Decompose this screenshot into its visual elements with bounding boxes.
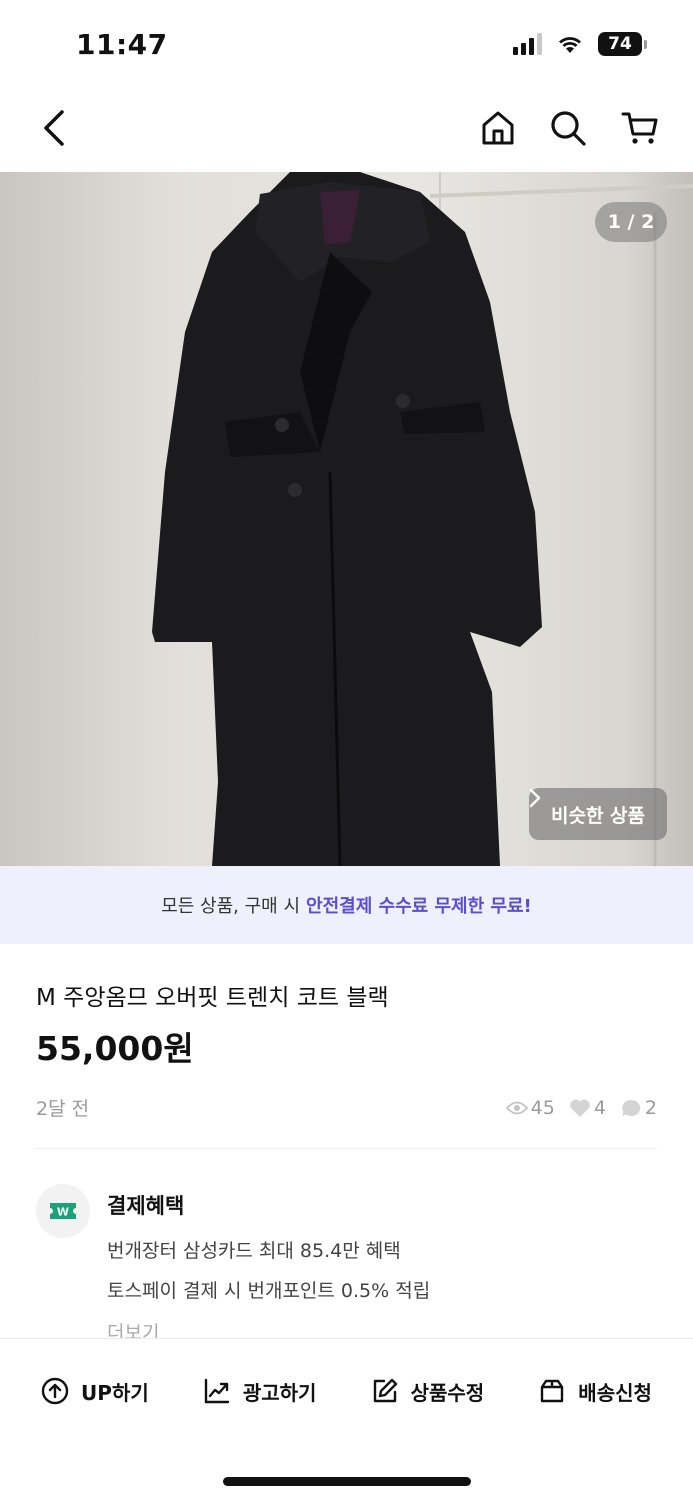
chevron-left-icon <box>44 110 64 146</box>
trending-chart-icon <box>204 1378 230 1404</box>
signal-icon <box>513 33 542 55</box>
comments-stat: 2 <box>620 1097 657 1119</box>
image-counter: 1 / 2 <box>595 202 667 242</box>
chat-bubble-icon <box>621 1099 641 1116</box>
won-ticket-icon: W <box>50 1203 76 1219</box>
arrow-up-circle-icon <box>41 1377 69 1405</box>
shipping-request-label: 배송신청 <box>578 1380 652 1405</box>
shipping-request-button[interactable]: 배송신청 <box>538 1377 652 1406</box>
eye-icon <box>505 1101 528 1114</box>
svg-text:W: W <box>57 1206 69 1219</box>
edit-icon <box>373 1378 397 1403</box>
product-photo <box>152 172 693 866</box>
benefit-line-toss: 토스페이 결제 시 번개포인트 0.5% 적립 <box>107 1280 431 1302</box>
cart-button[interactable] <box>618 106 662 150</box>
product-meta: 2달 전 45 4 2 <box>36 1094 657 1121</box>
advertise-label: 광고하기 <box>242 1380 317 1405</box>
home-indicator <box>223 1477 471 1486</box>
payment-benefit-icon: W <box>36 1184 90 1238</box>
product-price: 55,000원 <box>36 1029 194 1068</box>
benefit-line-samsung: 번개장터 삼성카드 최대 85.4만 혜택 <box>107 1240 401 1262</box>
battery-level: 74 <box>598 32 642 56</box>
safe-payment-banner[interactable]: 모든 상품, 구매 시 안전결제 수수료 무제한 무료! <box>0 866 693 944</box>
top-nav <box>0 88 693 172</box>
posted-time: 2달 전 <box>36 1098 90 1120</box>
chevron-right-icon <box>529 788 541 808</box>
product-image-gallery[interactable]: 1 / 2 비슷한 상품 <box>0 172 693 866</box>
views-count: 45 <box>530 1096 555 1119</box>
box-icon <box>541 1379 564 1403</box>
product-title: M 주앙옴므 오버핏 트렌치 코트 블랙 <box>36 985 389 1011</box>
similar-products-button[interactable]: 비슷한 상품 <box>528 788 667 840</box>
edit-product-label: 상품수정 <box>410 1380 485 1405</box>
likes-count: 4 <box>593 1096 606 1119</box>
status-indicators: 74 <box>513 32 647 56</box>
up-label: UP하기 <box>81 1380 149 1405</box>
home-icon <box>482 111 514 145</box>
cart-icon <box>621 112 658 144</box>
bottom-action-bar: UP하기 광고하기 상품수정 배송신청 <box>0 1338 693 1500</box>
promo-highlight: 안전결제 수수료 무제한 무료! <box>306 896 532 917</box>
up-button[interactable]: UP하기 <box>41 1377 149 1406</box>
battery-icon: 74 <box>598 32 647 56</box>
product-stats: 45 4 2 <box>505 1096 657 1119</box>
back-button[interactable] <box>32 106 76 150</box>
home-button[interactable] <box>476 106 520 150</box>
likes-stat: 4 <box>569 1097 606 1119</box>
heart-icon <box>570 1098 590 1117</box>
divider <box>36 1148 657 1149</box>
payment-benefit-title: 결제혜택 <box>107 1194 185 1218</box>
promo-prefix: 모든 상품, 구매 시 <box>161 896 301 917</box>
advertise-button[interactable]: 광고하기 <box>203 1377 317 1406</box>
status-bar: 11:47 74 <box>0 0 693 88</box>
search-icon <box>551 111 586 146</box>
status-time: 11:47 <box>76 28 168 61</box>
views-stat: 45 <box>505 1096 555 1119</box>
search-button[interactable] <box>546 106 590 150</box>
comments-count: 2 <box>644 1096 657 1119</box>
wifi-icon <box>559 37 581 53</box>
edit-product-button[interactable]: 상품수정 <box>371 1377 485 1406</box>
similar-products-label: 비슷한 상품 <box>550 804 645 827</box>
